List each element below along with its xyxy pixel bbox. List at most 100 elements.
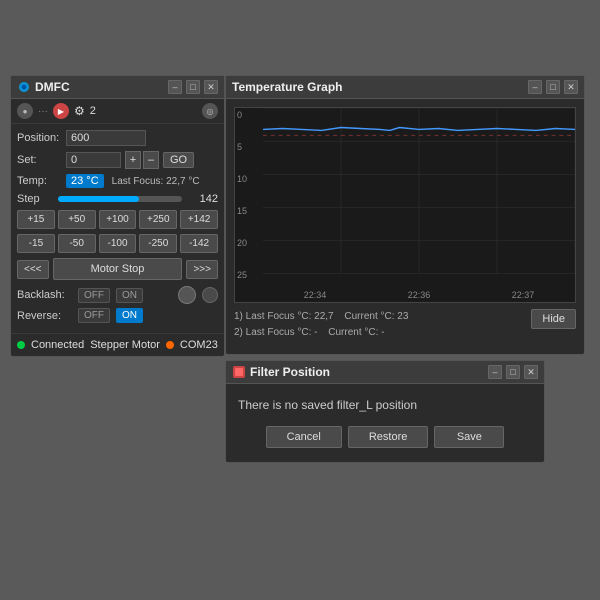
toolbar-number: 2 <box>90 105 96 117</box>
hide-button[interactable]: Hide <box>531 309 576 329</box>
btn-plus142[interactable]: +142 <box>180 210 218 229</box>
y-label-15: 15 <box>237 206 247 216</box>
filter-close-button[interactable]: ✕ <box>524 365 538 379</box>
btn-plus250[interactable]: +250 <box>139 210 177 229</box>
reverse-on-button[interactable]: ON <box>116 308 143 323</box>
temp-title-bar: Temperature Graph – □ ✕ <box>226 76 584 99</box>
filter-position-window: Filter Position – □ ✕ There is no saved … <box>225 360 545 463</box>
connected-indicator <box>17 341 25 349</box>
temp-label: Temp: <box>17 175 62 187</box>
temperature-chart-svg <box>263 108 575 274</box>
filter-title: Filter Position <box>250 365 484 379</box>
temp-current-1-label: Current °C: 23 <box>344 311 408 322</box>
motor-stop-button[interactable]: Motor Stop <box>53 258 183 280</box>
chart-y-labels: 25 20 15 10 5 0 <box>237 108 247 282</box>
set-input[interactable] <box>66 152 121 168</box>
temp-badge: 23 °C <box>66 174 104 188</box>
btn-minus250[interactable]: -250 <box>139 234 177 253</box>
backlash-circle-icon-2[interactable] <box>202 287 218 303</box>
stepper-label: Stepper Motor <box>90 339 160 351</box>
backlash-label: Backlash: <box>17 289 72 301</box>
port-label: COM23 <box>180 339 218 351</box>
dmfc-toolbar: ● ··· ▶ ⚙ 2 ◎ <box>11 99 224 124</box>
dmfc-icon <box>17 80 31 94</box>
nav-right-button[interactable]: >>> <box>186 260 218 279</box>
x-label-2: 22:36 <box>408 290 431 300</box>
gear-icon[interactable]: ⚙ <box>74 104 85 118</box>
filter-restore-button[interactable]: Restore <box>348 426 429 448</box>
dmfc-maximize-button[interactable]: □ <box>186 80 200 94</box>
reverse-row: Reverse: OFF ON <box>17 308 218 323</box>
nav-left-button[interactable]: <<< <box>17 260 49 279</box>
btn-plus50[interactable]: +50 <box>58 210 96 229</box>
y-label-0: 0 <box>237 110 247 120</box>
motor-row: <<< Motor Stop >>> <box>17 258 218 280</box>
filter-icon <box>232 365 246 379</box>
filter-title-bar: Filter Position – □ ✕ <box>226 361 544 384</box>
backlash-icons <box>178 286 218 304</box>
dmfc-title-bar: DMFC – □ ✕ <box>11 76 224 99</box>
btn-plus100[interactable]: +100 <box>99 210 137 229</box>
last-focus-text: Last Focus: 22,7 °C <box>112 176 200 187</box>
dmfc-close-button[interactable]: ✕ <box>204 80 218 94</box>
temp-content: 25 20 15 10 5 0 <box>226 99 584 349</box>
filter-maximize-button[interactable]: □ <box>506 365 520 379</box>
reverse-label: Reverse: <box>17 310 72 322</box>
connected-label: Connected <box>31 339 84 351</box>
temp-row: Temp: 23 °C Last Focus: 22,7 °C <box>17 174 218 188</box>
dmfc-title: DMFC <box>35 80 164 94</box>
temp-footer: 1) Last Focus °C: 22,7 Current °C: 23 2)… <box>234 309 576 341</box>
filter-save-button[interactable]: Save <box>434 426 504 448</box>
filter-content: There is no saved filter_L position Canc… <box>226 384 544 462</box>
go-button[interactable]: GO <box>163 152 194 168</box>
increment-buttons-row2: -15 -50 -100 -250 -142 <box>17 234 218 253</box>
chart-area: 25 20 15 10 5 0 <box>234 107 576 303</box>
backlash-row: Backlash: OFF ON <box>17 286 218 304</box>
temp-minimize-button[interactable]: – <box>528 80 542 94</box>
toolbar-icon-3[interactable]: ◎ <box>202 103 218 119</box>
btn-plus15[interactable]: +15 <box>17 210 55 229</box>
temp-info-line1: 1) Last Focus °C: 22,7 Current °C: 23 <box>234 309 523 325</box>
step-slider-track[interactable] <box>58 196 182 202</box>
btn-minus100[interactable]: -100 <box>99 234 137 253</box>
filter-cancel-button[interactable]: Cancel <box>266 426 342 448</box>
filter-message: There is no saved filter_L position <box>238 398 532 412</box>
temp-maximize-button[interactable]: □ <box>546 80 560 94</box>
filter-minimize-button[interactable]: – <box>488 365 502 379</box>
temp-title: Temperature Graph <box>232 80 524 94</box>
port-indicator <box>166 341 174 349</box>
backlash-on-button[interactable]: ON <box>116 288 143 303</box>
x-label-1: 22:34 <box>304 290 327 300</box>
temp-last-focus-1-label: 1) Last Focus °C: 22,7 <box>234 311 334 322</box>
dmfc-minimize-button[interactable]: – <box>168 80 182 94</box>
y-label-25: 25 <box>237 270 247 280</box>
btn-minus50[interactable]: -50 <box>58 234 96 253</box>
y-label-5: 5 <box>237 142 247 152</box>
btn-minus15[interactable]: -15 <box>17 234 55 253</box>
position-input[interactable] <box>66 130 146 146</box>
btn-minus142[interactable]: -142 <box>180 234 218 253</box>
temperature-graph-window: Temperature Graph – □ ✕ 25 20 15 10 5 0 <box>225 75 585 355</box>
chart-x-labels: 22:34 22:36 22:37 <box>263 290 575 300</box>
toolbar-dots: ··· <box>38 106 48 117</box>
set-label: Set: <box>17 154 62 166</box>
step-slider-fill <box>58 196 139 202</box>
temp-close-button[interactable]: ✕ <box>564 80 578 94</box>
backlash-off-button[interactable]: OFF <box>78 288 110 303</box>
dmfc-content: Position: Set: + – GO Temp: 23 °C Last F… <box>11 124 224 333</box>
temp-last-focus-2-label: 2) Last Focus °C: - <box>234 327 317 338</box>
plus-minus-controls: + – <box>125 151 159 169</box>
reverse-off-button[interactable]: OFF <box>78 308 110 323</box>
temp-info: 1) Last Focus °C: 22,7 Current °C: 23 2)… <box>234 309 523 341</box>
plus-button[interactable]: + <box>125 151 141 169</box>
dmfc-status-bar: Connected Stepper Motor COM23 <box>11 333 224 356</box>
backlash-circle-icon-1[interactable] <box>178 286 196 304</box>
x-label-3: 22:37 <box>512 290 535 300</box>
step-row: Step 142 <box>17 193 218 205</box>
y-label-20: 20 <box>237 238 247 248</box>
filter-buttons: Cancel Restore Save <box>238 426 532 448</box>
toolbar-icon-2[interactable]: ▶ <box>53 103 69 119</box>
toolbar-icon-1[interactable]: ● <box>17 103 33 119</box>
minus-button[interactable]: – <box>143 151 159 169</box>
dmfc-window: DMFC – □ ✕ ● ··· ▶ ⚙ 2 ◎ Position: Set: … <box>10 75 225 357</box>
